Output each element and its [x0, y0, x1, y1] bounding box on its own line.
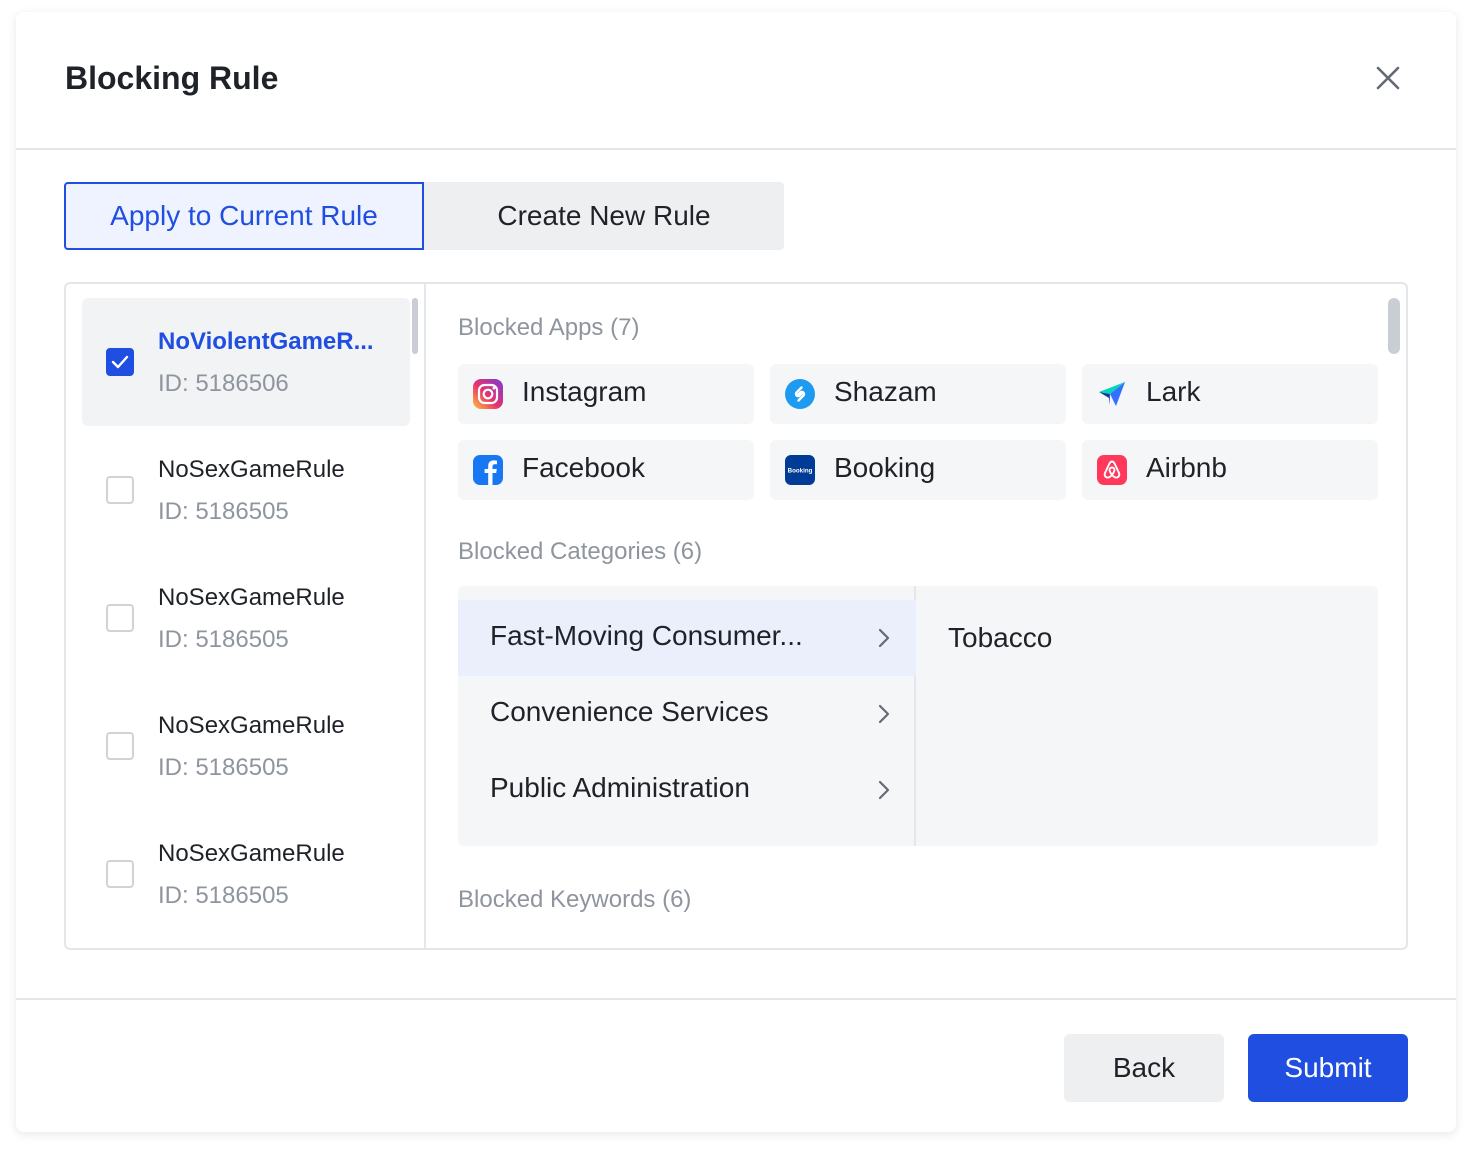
rule-checkbox[interactable] — [106, 476, 134, 504]
app-card-shazam[interactable]: Shazam — [770, 364, 1066, 424]
category-list: Fast-Moving Consumer... Convenience Serv… — [458, 586, 916, 846]
modal-title: Blocking Rule — [65, 60, 279, 96]
booking-icon: Booking — [785, 455, 815, 485]
rule-id: ID: 5186505 — [158, 626, 289, 653]
rule-item[interactable]: NoSexGameRule ID: 5186505 — [82, 810, 410, 938]
rule-name: NoViolentGameR... — [158, 328, 374, 355]
category-label: Fast-Moving Consumer... — [490, 620, 803, 651]
category-browser: Fast-Moving Consumer... Convenience Serv… — [458, 586, 1378, 846]
category-label: Convenience Services — [490, 696, 769, 727]
blocked-keywords-title: Blocked Keywords (6) — [458, 886, 692, 913]
app-label: Instagram — [522, 376, 647, 407]
close-button[interactable] — [1372, 62, 1404, 94]
app-card-booking[interactable]: Booking Booking — [770, 440, 1066, 500]
rule-id: ID: 5186505 — [158, 882, 289, 909]
category-label: Public Administration — [490, 772, 750, 803]
rule-id: ID: 5186505 — [158, 754, 289, 781]
shazam-icon — [785, 379, 815, 409]
rule-name: NoSexGameRule — [158, 584, 345, 611]
modal-header: Blocking Rule — [16, 12, 1456, 150]
app-card-instagram[interactable]: Instagram — [458, 364, 754, 424]
blocked-categories-title: Blocked Categories (6) — [458, 538, 703, 565]
rule-panel: NoViolentGameR... ID: 5186506 NoSexGameR… — [64, 282, 1408, 950]
blocked-apps-title: Blocked Apps (7) — [458, 314, 640, 341]
category-item[interactable]: Convenience Services — [458, 676, 916, 752]
rule-name: NoSexGameRule — [158, 456, 345, 483]
tab-apply-to-current-rule[interactable]: Apply to Current Rule — [64, 182, 424, 250]
rule-item[interactable]: NoViolentGameR... ID: 5186506 — [82, 298, 410, 426]
details-scrollbar[interactable] — [1388, 298, 1400, 354]
rule-checkbox[interactable] — [106, 348, 134, 376]
rule-name: NoSexGameRule — [158, 840, 345, 867]
subcategory-item[interactable]: Tobacco — [948, 622, 1052, 654]
check-icon — [111, 355, 129, 369]
tab-create-new-rule[interactable]: Create New Rule — [424, 182, 784, 250]
instagram-icon — [473, 379, 503, 409]
lark-icon — [1099, 382, 1125, 406]
submit-button[interactable]: Submit — [1248, 1034, 1408, 1102]
category-item[interactable]: Public Administration — [458, 752, 916, 828]
rule-id: ID: 5186506 — [158, 370, 289, 397]
app-card-facebook[interactable]: Facebook — [458, 440, 754, 500]
app-label: Lark — [1146, 376, 1201, 407]
rule-list: NoViolentGameR... ID: 5186506 NoSexGameR… — [66, 284, 426, 948]
chevron-right-icon — [878, 628, 890, 648]
rule-item[interactable]: NoSexGameRule ID: 5186505 — [82, 554, 410, 682]
app-card-airbnb[interactable]: Airbnb — [1082, 440, 1378, 500]
rule-mode-tabs: Apply to Current Rule Create New Rule — [64, 182, 784, 250]
chevron-right-icon — [878, 780, 890, 800]
app-card-lark[interactable]: Lark — [1082, 364, 1378, 424]
back-button[interactable]: Back — [1064, 1034, 1224, 1102]
close-icon — [1376, 66, 1400, 90]
rule-checkbox[interactable] — [106, 860, 134, 888]
blocking-rule-modal: Blocking Rule Apply to Current Rule Crea… — [16, 12, 1456, 1132]
rule-checkbox[interactable] — [106, 604, 134, 632]
rule-list-scrollbar[interactable] — [412, 298, 418, 354]
app-label: Airbnb — [1146, 452, 1227, 483]
category-item[interactable]: Fast-Moving Consumer... — [458, 600, 916, 676]
modal-footer: Back Submit — [16, 998, 1456, 1132]
booking-icon-text: Booking — [788, 468, 813, 475]
chevron-right-icon — [878, 704, 890, 724]
rule-item[interactable]: NoSexGameRule ID: 5186505 — [82, 682, 410, 810]
rule-item[interactable]: NoSexGameRule ID: 5186505 — [82, 426, 410, 554]
facebook-icon — [473, 455, 503, 485]
rule-name: NoSexGameRule — [158, 712, 345, 739]
airbnb-icon — [1097, 455, 1127, 485]
app-label: Booking — [834, 452, 936, 483]
rule-details: Blocked Apps (7) Instagram Shazam Lark F… — [428, 284, 1408, 948]
rule-id: ID: 5186505 — [158, 498, 289, 525]
rule-checkbox[interactable] — [106, 732, 134, 760]
app-label: Facebook — [522, 452, 645, 483]
app-label: Shazam — [834, 376, 937, 407]
